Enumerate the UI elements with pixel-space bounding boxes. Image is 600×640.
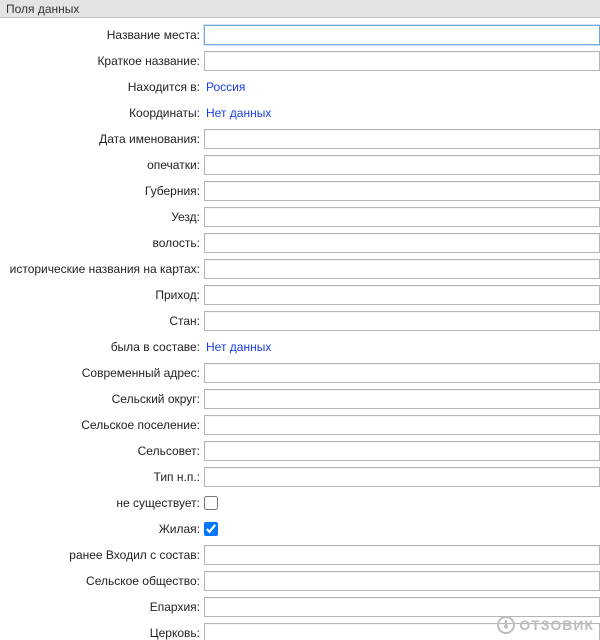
row-stan: Стан: — [0, 308, 600, 334]
label-typos: опечатки: — [0, 158, 204, 172]
label-was-part-of: была в составе: — [0, 340, 204, 354]
row-volost: волость: — [0, 230, 600, 256]
located-in-link[interactable]: Россия — [204, 80, 245, 94]
label-uezd: Уезд: — [0, 210, 204, 224]
eparchy-input[interactable] — [204, 597, 600, 617]
selsky-okrug-input[interactable] — [204, 389, 600, 409]
row-naming-date: Дата именования: — [0, 126, 600, 152]
short-name-input[interactable] — [204, 51, 600, 71]
label-selsky-okrug: Сельский округ: — [0, 392, 204, 406]
label-short-name: Краткое название: — [0, 54, 204, 68]
guberniya-input[interactable] — [204, 181, 600, 201]
row-sel-poselenie: Сельское поселение: — [0, 412, 600, 438]
volost-input[interactable] — [204, 233, 600, 253]
label-volost: волость: — [0, 236, 204, 250]
label-selsovet: Сельсовет: — [0, 444, 204, 458]
label-located-in: Находится в: — [0, 80, 204, 94]
label-prihod: Приход: — [0, 288, 204, 302]
label-residential: Жилая: — [0, 522, 204, 536]
label-hist-map-names: исторические названия на картах: — [0, 262, 204, 276]
label-church: Церковь: — [0, 626, 204, 640]
row-sel-society: Сельское общество: — [0, 568, 600, 594]
stan-input[interactable] — [204, 311, 600, 331]
row-short-name: Краткое название: — [0, 48, 600, 74]
row-eparchy: Епархия: — [0, 594, 600, 620]
row-uezd: Уезд: — [0, 204, 600, 230]
uezd-input[interactable] — [204, 207, 600, 227]
label-stan: Стан: — [0, 314, 204, 328]
row-located-in: Находится в: Россия — [0, 74, 600, 100]
sel-society-input[interactable] — [204, 571, 600, 591]
row-selsovet: Сельсовет: — [0, 438, 600, 464]
label-not-exists: не существует: — [0, 496, 204, 510]
row-typos: опечатки: — [0, 152, 600, 178]
label-former-part: ранее Входил с состав: — [0, 548, 204, 562]
label-coordinates: Координаты: — [0, 106, 204, 120]
label-place-name: Название места: — [0, 28, 204, 42]
label-guberniya: Губерния: — [0, 184, 204, 198]
label-sel-poselenie: Сельское поселение: — [0, 418, 204, 432]
label-naming-date: Дата именования: — [0, 132, 204, 146]
sel-poselenie-input[interactable] — [204, 415, 600, 435]
selsovet-input[interactable] — [204, 441, 600, 461]
residential-checkbox[interactable] — [204, 522, 218, 536]
row-church: Церковь: — [0, 620, 600, 640]
label-sel-society: Сельское общество: — [0, 574, 204, 588]
row-former-part: ранее Входил с состав: — [0, 542, 600, 568]
label-eparchy: Епархия: — [0, 600, 204, 614]
row-not-exists: не существует: — [0, 490, 600, 516]
was-part-of-link[interactable]: Нет данных — [204, 340, 271, 354]
row-guberniya: Губерния: — [0, 178, 600, 204]
former-part-input[interactable] — [204, 545, 600, 565]
np-type-input[interactable] — [204, 467, 600, 487]
data-fields-panel: Поля данных Название места: Краткое назв… — [0, 0, 600, 640]
row-residential: Жилая: — [0, 516, 600, 542]
row-hist-map-names: исторические названия на картах: — [0, 256, 600, 282]
coordinates-link[interactable]: Нет данных — [204, 106, 271, 120]
row-place-name: Название места: — [0, 22, 600, 48]
label-np-type: Тип н.п.: — [0, 470, 204, 484]
label-modern-address: Современный адрес: — [0, 366, 204, 380]
naming-date-input[interactable] — [204, 129, 600, 149]
row-coordinates: Координаты: Нет данных — [0, 100, 600, 126]
fields-form: Название места: Краткое название: Находи… — [0, 18, 600, 640]
prihod-input[interactable] — [204, 285, 600, 305]
panel-title: Поля данных — [0, 0, 600, 18]
row-prihod: Приход: — [0, 282, 600, 308]
not-exists-checkbox[interactable] — [204, 496, 218, 510]
row-was-part-of: была в составе: Нет данных — [0, 334, 600, 360]
typos-input[interactable] — [204, 155, 600, 175]
row-np-type: Тип н.п.: — [0, 464, 600, 490]
place-name-input[interactable] — [204, 25, 600, 45]
modern-address-input[interactable] — [204, 363, 600, 383]
hist-map-names-input[interactable] — [204, 259, 600, 279]
church-input[interactable] — [204, 623, 600, 640]
row-modern-address: Современный адрес: — [0, 360, 600, 386]
row-selsky-okrug: Сельский округ: — [0, 386, 600, 412]
